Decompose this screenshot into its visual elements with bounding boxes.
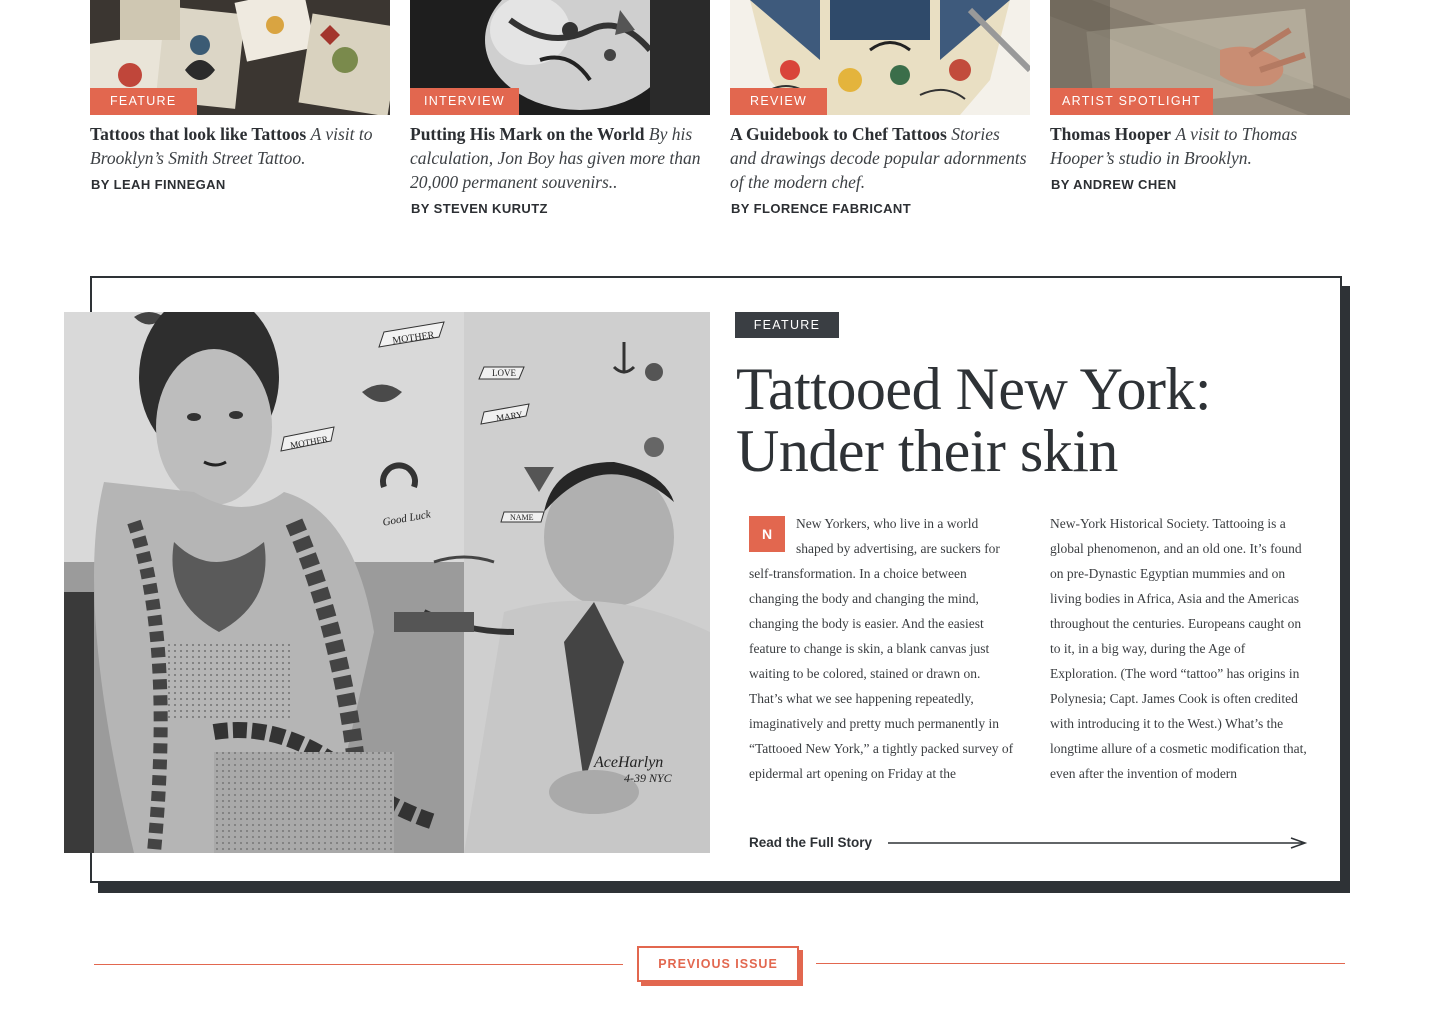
category-tag[interactable]: FEATURE xyxy=(90,88,197,115)
feature-body-text: New Yorkers, who live in a world shaped … xyxy=(749,516,1014,781)
article-title[interactable]: Putting His Mark on the World By his cal… xyxy=(410,122,710,194)
artist-date: 4-39 NYC xyxy=(624,771,673,785)
feature-title-line-2[interactable]: Under their skin xyxy=(736,418,1118,484)
article-card[interactable]: INTERVIEW Putting His Mark on the World … xyxy=(410,0,710,216)
article-headline[interactable]: Thomas Hooper xyxy=(1050,124,1171,144)
artist-signature: AceHarlyn xyxy=(593,754,663,771)
article-byline[interactable]: BY STEVEN KURUTZ xyxy=(410,201,710,216)
article-thumbnail[interactable]: REVIEW xyxy=(730,0,1030,115)
article-headline[interactable]: A Guidebook to Chef Tattoos xyxy=(730,124,947,144)
arrow-right-icon[interactable] xyxy=(888,837,1308,849)
article-byline[interactable]: BY FLORENCE FABRICANT xyxy=(730,201,1030,216)
divider-right xyxy=(816,963,1345,964)
article-thumbnail[interactable]: INTERVIEW xyxy=(410,0,710,115)
drop-cap: N xyxy=(749,516,785,552)
article-title[interactable]: A Guidebook to Chef Tattoos Stories and … xyxy=(730,122,1030,194)
category-tag[interactable]: ARTIST SPOTLIGHT xyxy=(1050,88,1214,115)
article-card[interactable]: ARTIST SPOTLIGHT Thomas Hooper A visit t… xyxy=(1050,0,1350,192)
feature-body-text: New-York Historical Society. Tattooing i… xyxy=(1050,516,1307,781)
feature-body-column-1: N New Yorkers, who live in a world shaped… xyxy=(749,511,1014,811)
divider-left xyxy=(94,964,623,965)
article-thumbnail[interactable]: ARTIST SPOTLIGHT xyxy=(1050,0,1350,115)
feature-category-tag[interactable]: FEATURE xyxy=(735,312,839,338)
feature-body-column-2: New-York Historical Society. Tattooing i… xyxy=(1050,511,1315,811)
article-byline[interactable]: BY ANDREW CHEN xyxy=(1050,177,1350,192)
feature-title-line-1[interactable]: Tattooed New York: xyxy=(736,356,1212,422)
banner-name: NAME xyxy=(510,513,534,522)
article-byline[interactable]: BY LEAH FINNEGAN xyxy=(90,177,390,192)
article-thumbnail[interactable]: FEATURE xyxy=(90,0,390,115)
read-full-story-link[interactable]: Read the Full Story xyxy=(749,835,872,850)
banner-love: LOVE xyxy=(492,368,516,378)
article-card[interactable]: FEATURE Tattoos that look like Tattoos A… xyxy=(90,0,390,192)
article-headline[interactable]: Putting His Mark on the World xyxy=(410,124,645,144)
article-title[interactable]: Tattoos that look like Tattoos A visit t… xyxy=(90,122,390,170)
article-title[interactable]: Thomas Hooper A visit to Thomas Hooper’s… xyxy=(1050,122,1350,170)
category-tag[interactable]: INTERVIEW xyxy=(410,88,519,115)
previous-issue-button[interactable]: PREVIOUS ISSUE xyxy=(637,946,799,982)
feature-image[interactable]: MOTHER LOVE MARY MOTHER Good Luck NAME A… xyxy=(64,312,710,853)
feature-title[interactable]: Tattooed New York: Under their skin xyxy=(736,358,1296,482)
article-headline[interactable]: Tattoos that look like Tattoos xyxy=(90,124,306,144)
category-tag[interactable]: REVIEW xyxy=(730,88,828,115)
article-card[interactable]: REVIEW A Guidebook to Chef Tattoos Stori… xyxy=(730,0,1030,216)
